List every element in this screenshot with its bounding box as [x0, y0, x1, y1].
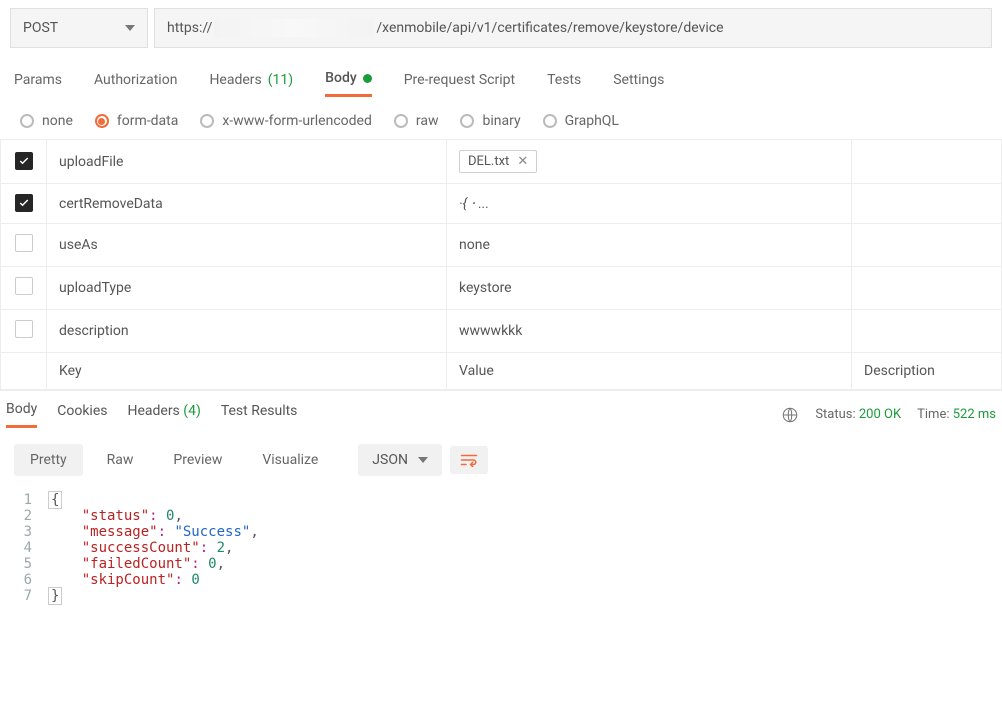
value-cell[interactable]: wwwwkkk: [447, 310, 852, 353]
response-tab-cookies[interactable]: Cookies: [57, 403, 107, 427]
desc-cell[interactable]: [852, 267, 1002, 310]
radio-icon: [543, 114, 557, 128]
view-visualize-button[interactable]: Visualize: [246, 444, 334, 476]
desc-cell[interactable]: [852, 224, 1002, 267]
http-method-select[interactable]: POST: [10, 8, 148, 48]
table-row: description wwwwkkk: [1, 310, 1002, 353]
key-cell[interactable]: Key: [47, 353, 447, 390]
value-cell[interactable]: none: [447, 224, 852, 267]
tab-params[interactable]: Params: [14, 72, 62, 96]
body-type-xwww[interactable]: x-www-form-urlencoded: [200, 113, 372, 129]
response-tab-body[interactable]: Body: [6, 401, 37, 428]
status-value: 200 OK: [859, 407, 901, 422]
key-cell[interactable]: description: [47, 310, 447, 353]
form-data-table: uploadFile DEL.txt ✕ certRemoveData ·{ ⋅…: [0, 139, 1002, 390]
url-suffix: /xenmobile/api/v1/certificates/remove/ke…: [376, 20, 723, 36]
response-header: Body Cookies Headers (4) Test Results St…: [0, 390, 1002, 428]
body-type-none[interactable]: none: [20, 113, 73, 129]
radio-checked-icon: [95, 114, 109, 128]
response-tab-test-results[interactable]: Test Results: [221, 403, 298, 427]
http-method-value: POST: [23, 20, 58, 36]
key-cell[interactable]: certRemoveData: [47, 184, 447, 224]
value-cell[interactable]: keystore: [447, 267, 852, 310]
status-label: Status: 200 OK: [815, 407, 901, 422]
view-preview-button[interactable]: Preview: [157, 444, 238, 476]
value-cell[interactable]: DEL.txt ✕: [447, 140, 852, 184]
table-row-new: Key Value Description: [1, 353, 1002, 390]
response-headers-count: (4): [183, 403, 201, 419]
line-number: 7: [14, 588, 48, 604]
response-body-code[interactable]: 1{ 2 "status": 0, 3 "message": "Success"…: [0, 488, 1002, 622]
table-row: certRemoveData ·{ ⋅ ...: [1, 184, 1002, 224]
line-number: 2: [14, 508, 48, 524]
line-number: 3: [14, 524, 48, 540]
line-number: 6: [14, 572, 48, 588]
row-checkbox[interactable]: [15, 277, 33, 295]
table-row: useAs none: [1, 224, 1002, 267]
response-tab-headers[interactable]: Headers (4): [127, 403, 200, 427]
file-chip[interactable]: DEL.txt ✕: [459, 150, 537, 173]
row-checkbox[interactable]: [15, 194, 33, 212]
desc-cell[interactable]: Description: [852, 353, 1002, 390]
url-redacted-host: [214, 19, 374, 37]
body-type-selector: none form-data x-www-form-urlencoded raw…: [0, 97, 1002, 139]
body-type-binary[interactable]: binary: [460, 113, 520, 129]
request-tabs: Params Authorization Headers (11) Body P…: [0, 52, 1002, 97]
body-indicator-icon: [363, 74, 372, 83]
time-value: 522 ms: [953, 407, 996, 422]
line-number: 5: [14, 556, 48, 572]
desc-cell[interactable]: [852, 184, 1002, 224]
key-cell[interactable]: uploadFile: [47, 140, 447, 184]
radio-icon: [460, 114, 474, 128]
tab-prerequest[interactable]: Pre-request Script: [404, 72, 515, 96]
key-cell[interactable]: uploadType: [47, 267, 447, 310]
tab-settings[interactable]: Settings: [613, 72, 664, 96]
value-cell[interactable]: Value: [447, 353, 852, 390]
wrap-lines-button[interactable]: [450, 446, 488, 474]
globe-icon[interactable]: [781, 406, 799, 424]
line-number: 1: [14, 492, 48, 508]
desc-cell[interactable]: [852, 310, 1002, 353]
time-label: Time: 522 ms: [917, 407, 996, 422]
tab-tests[interactable]: Tests: [547, 72, 581, 96]
table-row: uploadFile DEL.txt ✕: [1, 140, 1002, 184]
chevron-down-icon: [125, 25, 135, 31]
response-format-select[interactable]: JSON: [358, 444, 442, 476]
radio-icon: [200, 114, 214, 128]
headers-count: (11): [268, 72, 293, 88]
radio-icon: [20, 114, 34, 128]
remove-file-icon[interactable]: ✕: [517, 154, 528, 169]
body-type-graphql[interactable]: GraphQL: [543, 113, 619, 129]
row-checkbox[interactable]: [15, 152, 33, 170]
value-cell[interactable]: ·{ ⋅ ...: [447, 184, 852, 224]
check-icon: [18, 197, 30, 209]
tab-headers[interactable]: Headers (11): [209, 72, 293, 96]
radio-icon: [394, 114, 408, 128]
tab-authorization[interactable]: Authorization: [94, 72, 177, 96]
response-view-bar: Pretty Raw Preview Visualize JSON: [0, 428, 1002, 488]
check-icon: [18, 155, 30, 167]
row-checkbox[interactable]: [15, 320, 33, 338]
view-pretty-button[interactable]: Pretty: [14, 444, 83, 476]
table-row: uploadType keystore: [1, 267, 1002, 310]
desc-cell[interactable]: [852, 140, 1002, 184]
body-type-raw[interactable]: raw: [394, 113, 439, 129]
key-cell[interactable]: useAs: [47, 224, 447, 267]
chevron-down-icon: [418, 457, 428, 463]
body-type-form-data[interactable]: form-data: [95, 113, 178, 129]
url-input[interactable]: https:// /xenmobile/api/v1/certificates/…: [154, 8, 992, 48]
line-number: 4: [14, 540, 48, 556]
row-checkbox[interactable]: [15, 234, 33, 252]
url-prefix: https://: [167, 20, 212, 36]
tab-body[interactable]: Body: [325, 70, 372, 97]
wrap-icon: [460, 453, 478, 467]
view-raw-button[interactable]: Raw: [91, 444, 150, 476]
